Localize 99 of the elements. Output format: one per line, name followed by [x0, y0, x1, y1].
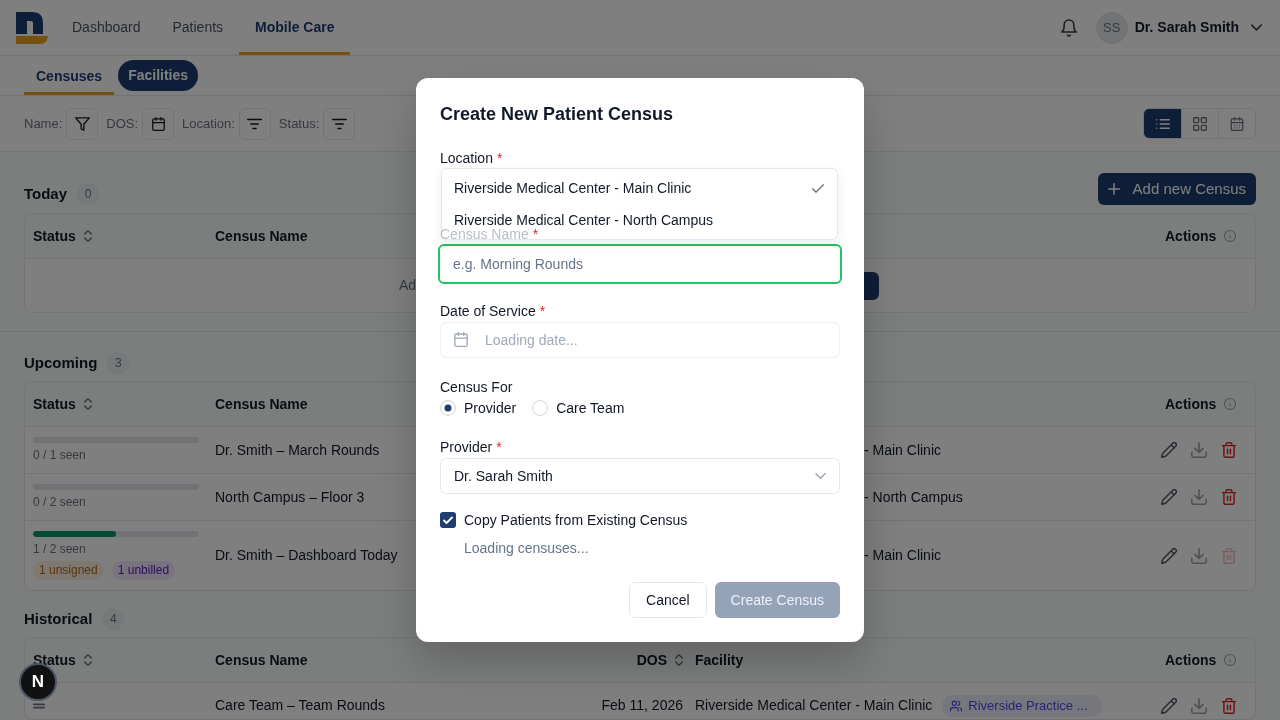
section-title: Historical	[24, 609, 93, 629]
column-header: Actions	[1165, 394, 1217, 414]
download-icon	[1191, 489, 1207, 505]
download-icon	[1191, 547, 1207, 564]
status-tag: 1 unsigned	[33, 561, 104, 580]
column-header: Census Name	[215, 226, 308, 246]
list-icon	[1155, 116, 1170, 131]
column-header: Status	[33, 394, 76, 414]
field-label: Date of Service *	[440, 302, 547, 321]
chevron-down-icon	[815, 473, 826, 479]
census-name-input[interactable]: e.g. Morning Rounds	[438, 244, 842, 284]
plus-icon	[1107, 183, 1120, 195]
dash-icon	[33, 703, 45, 710]
sort-icon[interactable]	[675, 654, 683, 666]
provider-select[interactable]: Dr. Sarah Smith	[440, 458, 840, 494]
seen-count: 0 / 2 seen	[33, 494, 87, 510]
add-census-button[interactable]: Add new Census	[1097, 173, 1256, 205]
radio-button[interactable]	[440, 400, 456, 416]
logo-icon[interactable]	[16, 11, 48, 44]
column-header: DOS	[636, 650, 667, 670]
column-header: Actions	[1165, 650, 1217, 670]
practice-name: Riverside Practice ...	[968, 696, 1088, 715]
field-label: Census For	[440, 378, 514, 397]
people-icon	[950, 699, 963, 712]
info-icon	[1224, 398, 1237, 410]
date-input[interactable]: Loading date...	[440, 322, 840, 358]
column-header: Census Name	[215, 650, 308, 670]
filter-button[interactable]	[323, 107, 356, 140]
pencil-icon	[1161, 547, 1177, 564]
field-label: Location *	[440, 149, 504, 168]
status-tag: 1 unbilled	[111, 561, 176, 580]
empty-state-text: Ad	[398, 276, 416, 295]
info-icon	[1224, 230, 1237, 242]
sub-tab[interactable]: Facilities	[118, 60, 199, 91]
facility-name: Riverside Medical Center - Main Clinic	[695, 696, 933, 715]
filter-lines-icon	[331, 116, 347, 131]
filter-label: Location:	[182, 114, 235, 133]
loading-text: Loading censuses...	[463, 539, 590, 558]
section-title: Today	[24, 184, 68, 204]
calendar-view-button[interactable]	[1218, 109, 1255, 138]
column-header: Census Name	[215, 394, 308, 414]
chevron-down-icon	[1251, 24, 1262, 31]
user-avatar: SS	[1095, 11, 1128, 44]
dropdown-option[interactable]: Riverside Medical Center - Main Clinic	[442, 172, 837, 204]
checkbox[interactable]	[440, 512, 456, 528]
filter-lines-icon	[247, 116, 263, 131]
census-name: Dr. Smith – March Rounds	[215, 441, 380, 458]
filter-button[interactable]	[66, 107, 99, 140]
info-icon	[1224, 654, 1237, 666]
download-icon	[1191, 697, 1207, 714]
nav-tab[interactable]: Patients	[156, 0, 240, 55]
seen-count: 0 / 1 seen	[33, 447, 87, 463]
sort-icon[interactable]	[83, 230, 92, 242]
funnel-icon	[74, 116, 90, 131]
list-view-button[interactable]	[1144, 109, 1181, 138]
pencil-icon	[1161, 442, 1177, 458]
checkbox-label[interactable]: Copy Patients from Existing Census	[464, 509, 688, 531]
sort-icon[interactable]	[83, 398, 92, 410]
grid-icon	[1193, 116, 1207, 131]
filter-label: Name:	[24, 114, 63, 133]
bell-icon[interactable]	[1060, 18, 1077, 37]
column-header: Facility	[695, 650, 744, 670]
sort-icon[interactable]	[83, 654, 92, 666]
add-census-button[interactable]	[864, 271, 879, 300]
pencil-icon	[1161, 697, 1177, 714]
count-badge: 4	[102, 608, 125, 630]
census-name: North Campus – Floor 3	[215, 488, 365, 505]
radio-button[interactable]	[532, 400, 549, 416]
filter-label: DOS:	[106, 114, 139, 133]
service-date: Feb 11, 2026	[601, 697, 683, 713]
count-badge: 3	[107, 352, 130, 374]
dialog-title: Create New Patient Census	[440, 103, 675, 126]
trash-icon	[1221, 697, 1237, 714]
pencil-icon	[1161, 489, 1177, 505]
cancel-button[interactable]: Cancel	[629, 582, 707, 618]
census-name: Dr. Smith – Dashboard Today	[215, 547, 398, 563]
calendar-icon	[150, 116, 166, 131]
census-name: Care Team – Team Rounds	[215, 697, 385, 713]
section-title: Upcoming	[24, 353, 98, 373]
seen-count: 1 / 2 seen	[33, 541, 87, 557]
calendar-icon	[454, 332, 468, 347]
facility-name: - Main Clinic	[864, 440, 941, 460]
user-menu-button[interactable]: Dr. Sarah Smith	[1134, 17, 1262, 38]
calendar-icon	[1230, 116, 1244, 131]
download-icon	[1191, 442, 1207, 458]
nav-tab[interactable]: Dashboard	[56, 0, 157, 55]
trash-icon	[1221, 489, 1237, 505]
filter-label: Status:	[278, 114, 320, 133]
filter-button[interactable]	[238, 107, 271, 140]
facility-name: - Main Clinic	[864, 546, 941, 565]
radio-label[interactable]: Provider	[464, 397, 517, 419]
column-header: Status	[33, 226, 76, 246]
trash-icon	[1221, 442, 1237, 458]
radio-label[interactable]: Care Team	[556, 397, 625, 419]
facility-name: - North Campus	[864, 487, 963, 507]
field-label: Provider *	[440, 438, 503, 457]
column-header: Actions	[1165, 226, 1217, 246]
count-badge: 0	[77, 183, 100, 205]
filter-button[interactable]	[142, 107, 175, 140]
